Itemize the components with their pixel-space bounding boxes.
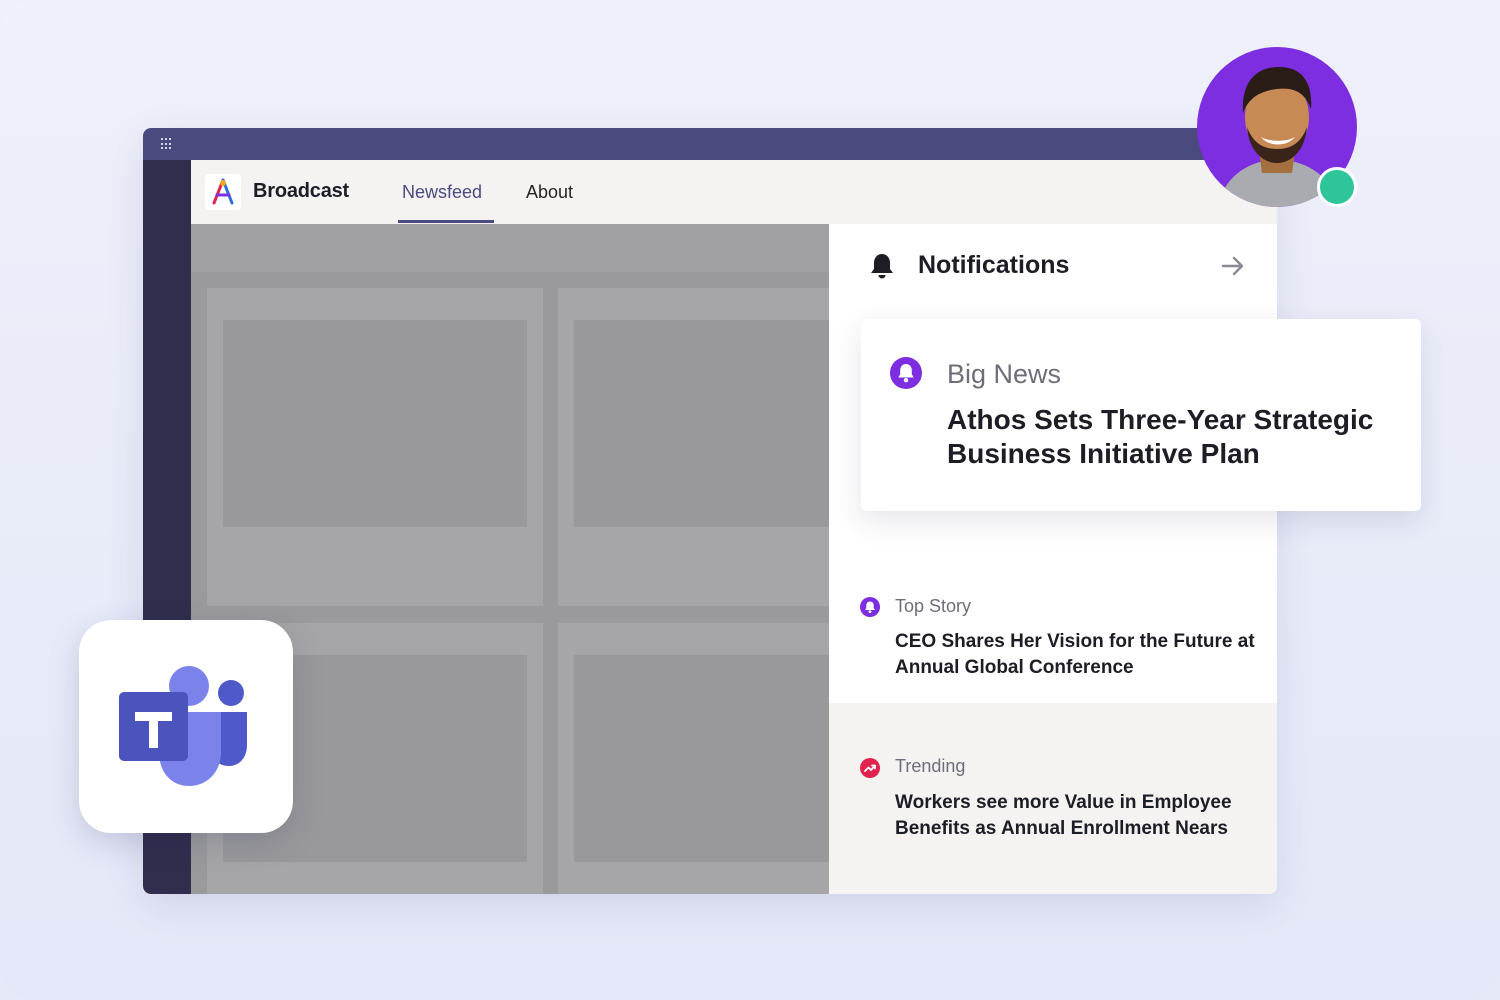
bell-icon <box>860 597 880 617</box>
notification-headline: Workers see more Value in Employee Benef… <box>895 792 1232 839</box>
news-card-image-placeholder <box>574 655 838 862</box>
bell-icon <box>869 252 895 280</box>
content-header-placeholder <box>191 224 829 272</box>
arrow-right-icon[interactable] <box>1221 256 1245 276</box>
news-card-image-placeholder <box>223 320 527 527</box>
presence-online-indicator <box>1317 167 1357 207</box>
app-launcher-icon[interactable] <box>161 138 173 150</box>
featured-headline: Athos Sets Three-Year Strategic Business… <box>947 404 1374 469</box>
tab-newsfeed[interactable]: Newsfeed <box>402 182 482 203</box>
microsoft-teams-logo-icon[interactable] <box>79 620 293 833</box>
notification-category: Top Story <box>895 596 972 616</box>
news-card-placeholder[interactable] <box>558 288 838 606</box>
app-window: Broadcast Newsfeed About Notifications T… <box>143 128 1277 894</box>
news-card-placeholder[interactable] <box>207 288 543 606</box>
featured-category: Big News <box>947 359 1062 389</box>
broadcast-logo-icon <box>205 174 241 210</box>
notification-item-top-story[interactable]: Top Story CEO Shares Her Vision for the … <box>829 524 1277 704</box>
brand-name: Broadcast <box>253 180 350 202</box>
app-header: Broadcast Newsfeed About <box>191 160 1277 224</box>
notification-category: Trending <box>895 756 966 776</box>
active-tab-indicator <box>398 220 494 223</box>
trending-icon <box>860 758 880 778</box>
news-card-placeholder[interactable] <box>558 623 838 894</box>
title-bar <box>143 128 1277 160</box>
featured-notification-card[interactable]: Big News Athos Sets Three-Year Strategic… <box>861 319 1421 511</box>
notification-item-trending[interactable]: Trending Workers see more Value in Emplo… <box>829 703 1277 894</box>
tab-about[interactable]: About <box>526 182 573 203</box>
notification-headline: CEO Shares Her Vision for the Future at … <box>895 631 1255 678</box>
notifications-title: Notifications <box>918 251 1070 279</box>
news-card-image-placeholder <box>574 320 838 527</box>
bell-icon <box>890 357 922 389</box>
